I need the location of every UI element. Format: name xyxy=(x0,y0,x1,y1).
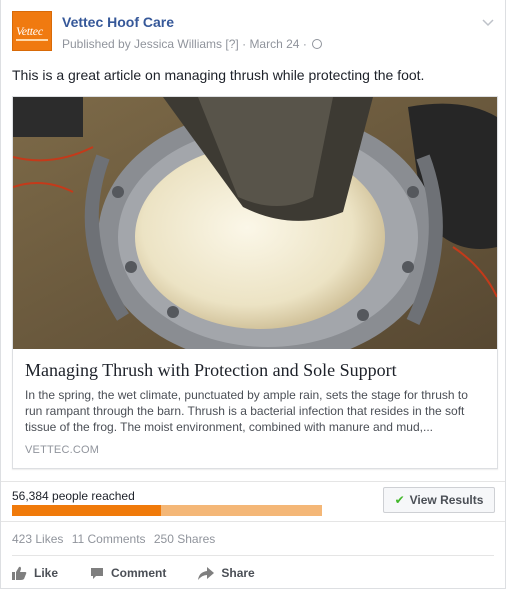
thumbs-up-icon xyxy=(12,566,27,580)
share-label: Share xyxy=(221,566,255,580)
divider xyxy=(1,481,505,482)
comments-count[interactable]: 11 Comments xyxy=(72,532,146,546)
link-description: In the spring, the wet climate, punctuat… xyxy=(25,388,468,434)
hoof-image-graphic xyxy=(13,97,497,349)
post-card: Vettec Vettec Hoof Care Published by Jes… xyxy=(0,0,506,589)
page-name-link[interactable]: Vettec Hoof Care xyxy=(62,14,174,30)
reach-bar-organic xyxy=(12,505,161,516)
checkmark-icon: ✔ xyxy=(394,493,405,507)
divider xyxy=(1,521,505,522)
like-label: Like xyxy=(34,566,59,580)
link-title[interactable]: Managing Thrush with Protection and Sole… xyxy=(25,359,485,381)
like-button[interactable]: Like xyxy=(12,566,58,580)
published-by[interactable]: Published by Jessica Williams xyxy=(62,37,222,51)
share-button[interactable]: Share xyxy=(198,566,255,580)
link-attachment[interactable]: Managing Thrush with Protection and Sole… xyxy=(12,96,498,469)
page-avatar[interactable]: Vettec xyxy=(12,11,52,51)
shares-count[interactable]: 250 Shares xyxy=(154,532,215,546)
view-results-button[interactable]: ✔ View Results xyxy=(383,487,495,513)
link-domain: VETTEC.COM xyxy=(25,444,100,456)
published-hint[interactable]: [?] xyxy=(225,37,238,51)
logo-underline xyxy=(16,39,48,41)
engagement-counts: 423 Likes 11 Comments 250 Shares xyxy=(12,532,220,546)
reach-bar xyxy=(12,505,322,516)
post-date[interactable]: March 24 xyxy=(249,37,299,51)
meta-separator-2: · xyxy=(302,37,307,51)
post-meta: Published by Jessica Williams [?] · Marc… xyxy=(62,37,323,51)
link-preview-body[interactable]: Managing Thrush with Protection and Sole… xyxy=(13,349,497,468)
logo-text: Vettec xyxy=(16,24,43,38)
action-bar: Like Comment Share xyxy=(12,565,287,581)
people-reached: 56,384 people reached xyxy=(12,489,135,503)
comment-label: Comment xyxy=(111,566,167,580)
hoof-photo[interactable] xyxy=(13,97,497,349)
share-icon xyxy=(198,566,215,580)
post-message: This is a great article on managing thru… xyxy=(12,67,425,83)
meta-separator: · xyxy=(242,37,247,51)
comment-icon xyxy=(91,567,104,579)
post-header: Vettec Vettec Hoof Care Published by Jes… xyxy=(12,11,494,51)
chevron-down-icon[interactable] xyxy=(482,16,494,28)
view-results-label: View Results xyxy=(409,493,484,507)
likes-count[interactable]: 423 Likes xyxy=(12,532,63,546)
comment-button[interactable]: Comment xyxy=(90,566,166,580)
divider xyxy=(12,555,494,556)
globe-icon[interactable] xyxy=(312,39,323,49)
